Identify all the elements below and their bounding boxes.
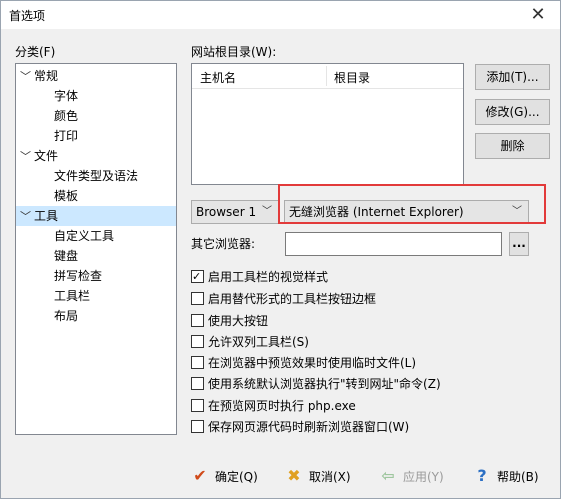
close-icon: ✖ — [287, 466, 301, 485]
browse-button[interactable]: ... — [509, 232, 529, 256]
tree-item-layout[interactable]: 布局 — [54, 306, 78, 326]
checkbox[interactable] — [191, 399, 204, 412]
tree-item-spell-check[interactable]: 拼写检查 — [54, 266, 102, 286]
checkbox[interactable] — [191, 377, 204, 390]
column-root-dir[interactable]: 根目录 — [334, 69, 370, 86]
other-browser-label: 其它浏览器: — [191, 237, 256, 251]
checkbox[interactable] — [191, 314, 204, 327]
chevron-down-icon[interactable]: ﹀ — [20, 147, 34, 167]
checkbox[interactable] — [191, 420, 204, 433]
option-temp-file-preview[interactable]: 在浏览器中预览效果时使用临时文件(L) — [191, 353, 416, 373]
category-tree[interactable]: ﹀ 常规 字体 颜色 打印 ﹀ 文件 文件类型及语法 模板 ﹀ 工具 自定义工具 键盘… — [15, 63, 177, 435]
highlight-annotation — [278, 184, 546, 224]
option-alt-button-border[interactable]: 启用替代形式的工具栏按钮边框 — [191, 289, 376, 309]
chevron-down-icon[interactable]: ﹀ — [20, 207, 34, 227]
preferences-dialog: 首选项 ✕ 分类(F) ﹀ 常规 字体 颜色 打印 ﹀ 文件 文件类型及语法 模板 … — [0, 0, 561, 499]
checkmark-icon: ✔ — [193, 466, 207, 485]
option-default-browser-goto[interactable]: 使用系统默认浏览器执行"转到网址"命令(Z) — [191, 374, 441, 394]
tree-item-font[interactable]: 字体 — [54, 86, 78, 106]
cancel-button[interactable]: ✖ 取消(X) — [285, 463, 350, 489]
option-refresh-on-save[interactable]: 保存网页源代码时刷新浏览器窗口(W) — [191, 417, 409, 437]
option-run-php[interactable]: 在预览网页时执行 php.exe — [191, 396, 356, 416]
arrow-left-icon: ⇦ — [381, 466, 395, 485]
tree-item-file[interactable]: ﹀ 文件 — [20, 146, 58, 166]
option-large-buttons[interactable]: 使用大按钮 — [191, 311, 268, 331]
tree-item-toolbar[interactable]: 工具栏 — [54, 286, 90, 306]
add-button[interactable]: 添加(T)... — [475, 64, 550, 90]
help-button[interactable]: ? 帮助(B) — [473, 463, 538, 489]
delete-button[interactable]: 删除 — [475, 133, 550, 159]
apply-button[interactable]: ⇦ 应用(Y) — [379, 463, 443, 489]
checkbox[interactable] — [191, 335, 204, 348]
chevron-down-icon: ﹀ — [262, 206, 272, 217]
tree-item-tools[interactable]: ﹀ 工具 — [16, 206, 176, 226]
checkbox[interactable] — [191, 356, 204, 369]
tree-item-file-types[interactable]: 文件类型及语法 — [54, 166, 138, 186]
tree-item-color[interactable]: 颜色 — [54, 106, 78, 126]
site-root-list[interactable]: 主机名 根目录 — [191, 63, 464, 185]
checkbox[interactable] — [191, 292, 204, 305]
checkbox[interactable] — [191, 267, 204, 287]
list-header: 主机名 根目录 — [192, 64, 463, 89]
option-visual-style[interactable]: 启用工具栏的视觉样式 — [191, 267, 328, 287]
tree-item-template[interactable]: 模板 — [54, 186, 78, 206]
edit-button[interactable]: 修改(G)... — [475, 99, 550, 125]
site-root-label: 网站根目录(W): — [191, 45, 277, 59]
ok-button[interactable]: ✔ 确定(Q) — [191, 463, 258, 489]
column-divider[interactable] — [326, 66, 327, 86]
tree-item-custom-tools[interactable]: 自定义工具 — [54, 226, 114, 246]
tree-item-general[interactable]: ﹀ 常规 — [20, 66, 58, 86]
window-title: 首选项 — [9, 9, 46, 23]
browser-select[interactable]: Browser 1 ﹀ — [191, 200, 279, 224]
other-browser-input[interactable] — [285, 232, 502, 256]
option-two-column-toolbar[interactable]: 允许双列工具栏(S) — [191, 332, 309, 352]
title-bar: 首选项 ✕ — [1, 1, 560, 29]
help-icon: ? — [477, 466, 487, 485]
column-hostname[interactable]: 主机名 — [200, 69, 236, 86]
close-icon[interactable]: ✕ — [516, 1, 560, 29]
category-label: 分类(F) — [15, 45, 56, 59]
tree-item-print[interactable]: 打印 — [54, 126, 78, 146]
chevron-down-icon[interactable]: ﹀ — [20, 67, 34, 87]
tree-item-keyboard[interactable]: 键盘 — [54, 246, 78, 266]
